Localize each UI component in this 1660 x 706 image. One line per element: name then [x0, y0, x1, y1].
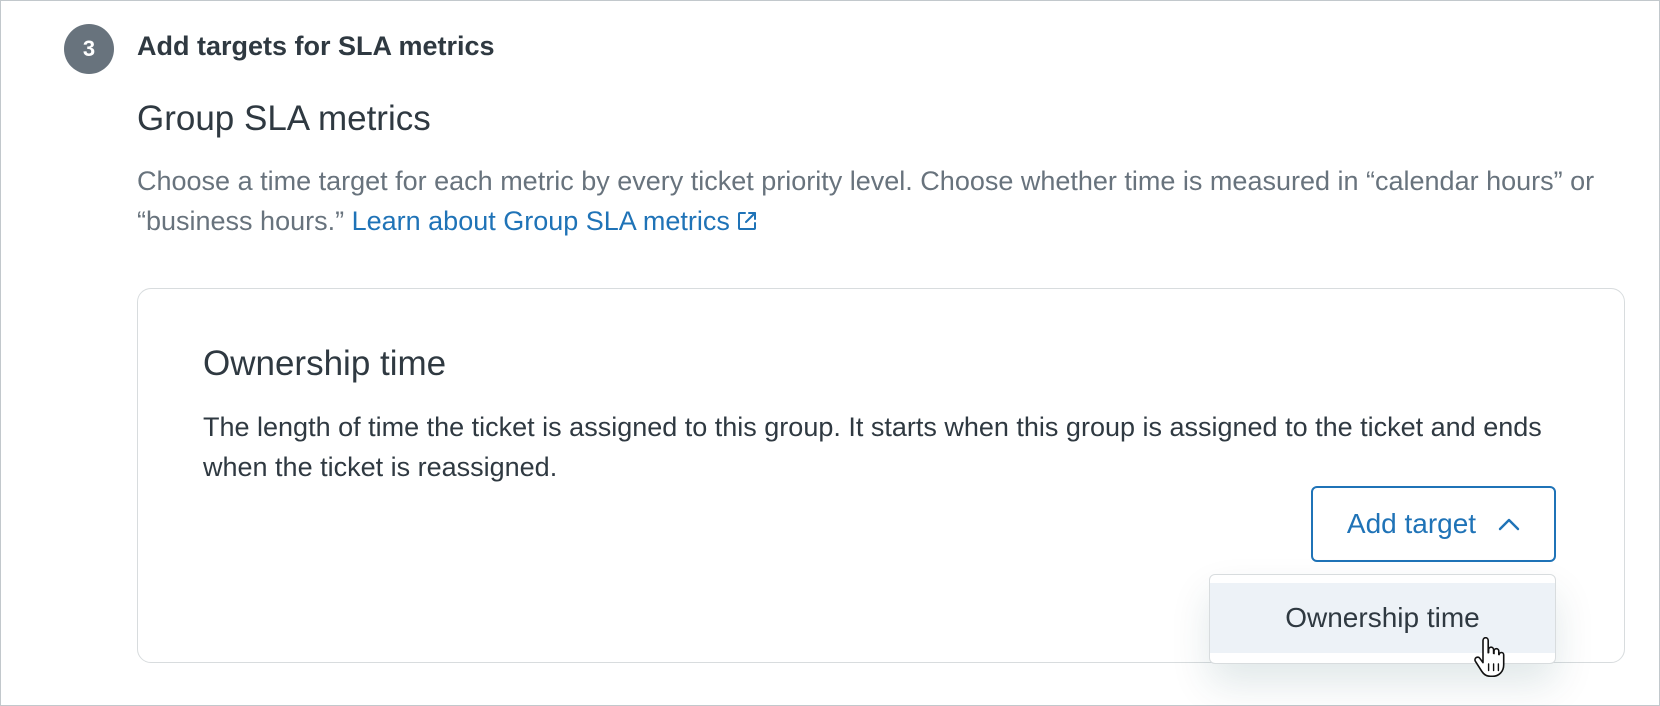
learn-more-link[interactable]: Learn about Group SLA metrics — [352, 206, 758, 236]
add-target-button[interactable]: Add target — [1311, 486, 1556, 562]
step-title: Add targets for SLA metrics — [137, 31, 495, 61]
card-description: The length of time the ticket is assigne… — [203, 412, 1542, 482]
card-title: Ownership time — [203, 344, 447, 383]
hand-pointer-cursor-icon — [1474, 637, 1505, 677]
add-target-button-label: Add target — [1346, 508, 1477, 539]
step-number-badge: 3 — [64, 24, 114, 74]
learn-more-link-label: Learn about Group SLA metrics — [351, 206, 730, 236]
chevron-up-icon — [1498, 518, 1520, 531]
external-link-icon — [737, 212, 756, 230]
section-description: Choose a time target for each metric by … — [137, 161, 1607, 241]
dropdown-item-label: Ownership time — [1285, 602, 1480, 633]
page-frame: 3 Add targets for SLA metrics Group SLA … — [0, 0, 1660, 706]
section-title: Group SLA metrics — [137, 99, 431, 138]
